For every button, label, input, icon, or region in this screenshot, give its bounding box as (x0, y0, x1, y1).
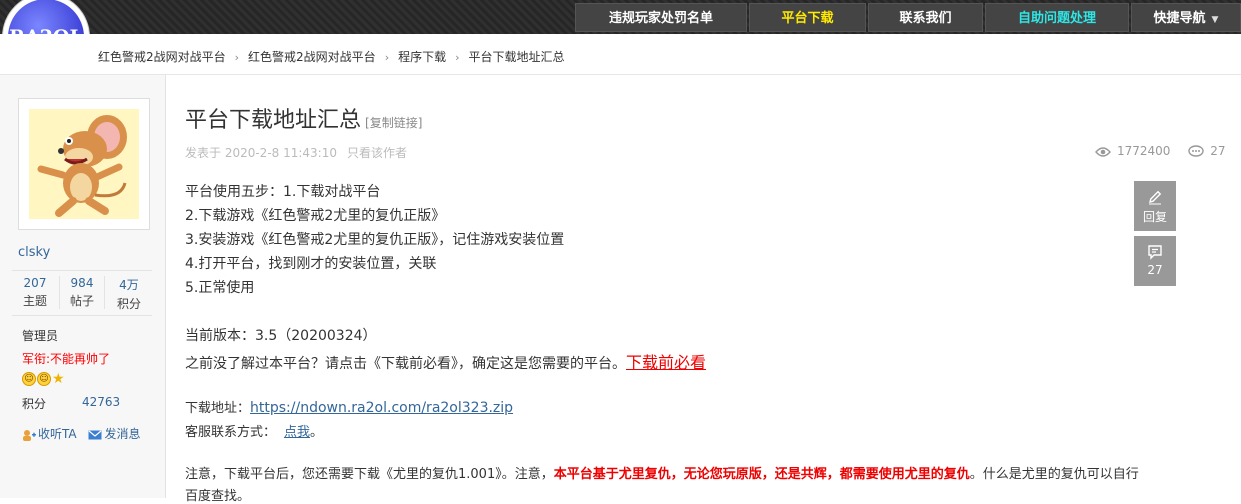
service-line: 客服联系方式： 点我。 (185, 421, 323, 440)
breadcrumb-section[interactable]: 程序下载 (398, 50, 446, 64)
intro-text: 之前没了解过本平台？请点击《下载前必看》，确定这是您需要的平台。 (185, 356, 626, 372)
add-friend-icon (23, 429, 36, 441)
medal-smiley-icon: ☺ (37, 372, 51, 386)
breadcrumb: 红色警戒2战网对战平台 › 红色警戒2战网对战平台 › 程序下载 › 平台下载地址汇总 (98, 48, 565, 65)
author-name[interactable]: clsky (18, 245, 50, 260)
step-line-3: 3.安装游戏《红色警戒2尤里的复仇正版》，记住游戏安装位置 (185, 232, 565, 248)
stat-points-label: 积分 (116, 297, 141, 311)
chevron-right-icon: › (234, 51, 240, 64)
quick-menu-label: 快捷导航 (1153, 11, 1206, 26)
score-value: 42763 (82, 395, 121, 409)
send-message-button[interactable]: 发消息 (88, 427, 140, 441)
thread-title: 平台下载地址汇总 (185, 108, 362, 133)
pencil-icon (1149, 190, 1162, 205)
chat-bubble-icon (1148, 245, 1162, 260)
service-label: 客服联系方式： (185, 425, 277, 440)
star-icon: ★ (52, 371, 65, 387)
notice-warning: 本平台基于尤里复仇，无论您玩原版，还是共辉，都需要使用尤里的复仇 (553, 467, 970, 482)
stat-threads-value: 207 (23, 276, 47, 290)
comments-side-count: 27 (1147, 263, 1163, 277)
notice-text-b: 。什么是尤里的复仇可以自行 (969, 467, 1139, 482)
nav-penalty-list[interactable]: 违规玩家处罚名单 (575, 3, 747, 32)
post-meta: 发表于 2020-2-8 11:43:10 只看该作者 (185, 144, 407, 161)
follow-label: 收听TA (38, 427, 77, 441)
reply-side-label: 回复 (1142, 210, 1167, 224)
version-text: 当前版本：3.5（20200324） (185, 328, 377, 344)
download-line: 下载地址：https://ndown.ra2ol.com/ra2ol323.zi… (185, 397, 513, 416)
score-label: 积分 (22, 397, 47, 411)
avatar[interactable] (18, 98, 150, 230)
author-actions: 收听TA 发消息 (22, 425, 140, 442)
user-rank: 军衔:不能再帅了 (22, 352, 111, 366)
stat-threads-label: 主题 (22, 294, 47, 308)
copy-link-button[interactable]: [复制链接] (365, 116, 422, 130)
stat-posts[interactable]: 984 帖子 (59, 276, 105, 309)
follow-button[interactable]: 收听TA (22, 427, 77, 441)
page-title: 平台下载地址汇总 [复制链接] (185, 102, 422, 134)
intro-line: 之前没了解过本平台？请点击《下载前必看》，确定这是您需要的平台。下载前必看 (185, 349, 706, 373)
thread-counts: 1772400 27 (1095, 144, 1226, 158)
breadcrumb-bar: 红色警戒2战网对战平台 › 红色警戒2战网对战平台 › 程序下载 › 平台下载地址汇总 (0, 34, 1241, 75)
breadcrumb-current[interactable]: 平台下载地址汇总 (469, 50, 565, 64)
breadcrumb-forum[interactable]: 红色警戒2战网对战平台 (248, 50, 376, 64)
post-time: 发表于 2020-2-8 11:43:10 (185, 146, 337, 160)
notice-line-2: 百度查找。 (185, 489, 251, 504)
jerry-mouse-avatar-icon (29, 109, 139, 219)
eye-icon (1095, 146, 1111, 157)
download-url-link[interactable]: https://ndown.ra2ol.com/ra2ol323.zip (250, 400, 513, 416)
service-end: 。 (310, 425, 324, 440)
chevron-down-icon: ▼ (1211, 15, 1219, 25)
step-line-5: 5.正常使用 (185, 280, 255, 296)
stat-posts-label: 帖子 (69, 294, 94, 308)
send-message-label: 发消息 (104, 427, 141, 441)
author-only-link[interactable]: 只看该作者 (347, 146, 407, 160)
medal-smiley-icon: ☺ (22, 372, 36, 386)
user-group[interactable]: 管理员 (22, 327, 58, 344)
nav-quick-menu[interactable]: 快捷导航 ▼ (1131, 3, 1241, 32)
reply-side-button[interactable]: 回复 (1134, 181, 1176, 231)
step-line-1: 平台使用五步：1.下载对战平台 (185, 184, 381, 200)
download-label: 下载地址： (185, 401, 251, 416)
envelope-icon (88, 430, 102, 439)
step-line-4: 4.打开平台，找到刚才的安装位置，关联 (185, 256, 437, 272)
stat-threads[interactable]: 207 主题 (12, 276, 58, 309)
breadcrumb-home[interactable]: 红色警戒2战网对战平台 (98, 50, 226, 64)
must-read-link[interactable]: 下载前必看 (626, 353, 706, 372)
nav-contact-us[interactable]: 联系我们 (868, 3, 983, 32)
stat-points[interactable]: 4万 积分 (106, 276, 152, 312)
notice-line: 注意，下载平台后，您还需要下载《尤里的复仇1.001》。注意，本平台基于尤里复仇… (185, 463, 1139, 482)
author-sidebar: clsky 207 主题 984 帖子 4万 积分 管理员 军衔:不能再帅了 ☺… (0, 75, 166, 498)
view-count: 1772400 (1117, 144, 1171, 158)
nav-self-help[interactable]: 自助问题处理 (985, 3, 1129, 32)
step-line-2: 2.下载游戏《红色警戒2尤里的复仇正版》 (185, 208, 446, 224)
comments-side-button[interactable]: 27 (1134, 236, 1176, 286)
comment-icon (1188, 145, 1204, 157)
stat-points-value: 4万 (119, 278, 139, 292)
author-stats: 207 主题 984 帖子 4万 积分 (12, 270, 152, 316)
chevron-right-icon: › (384, 51, 390, 64)
reply-count: 27 (1210, 144, 1226, 158)
notice-text-a: 注意，下载平台后，您还需要下载《尤里的复仇1.001》。注意， (185, 467, 554, 482)
top-nav-bar: 违规玩家处罚名单 平台下载 联系我们 自助问题处理 快捷导航 ▼ (0, 0, 1241, 34)
stat-posts-value: 984 (70, 276, 94, 290)
nav-platform-download[interactable]: 平台下载 (749, 3, 866, 32)
chevron-right-icon: › (455, 51, 460, 64)
contact-service-link[interactable]: 点我 (284, 425, 310, 440)
medal-row: ☺ ☺ ★ (22, 371, 65, 387)
